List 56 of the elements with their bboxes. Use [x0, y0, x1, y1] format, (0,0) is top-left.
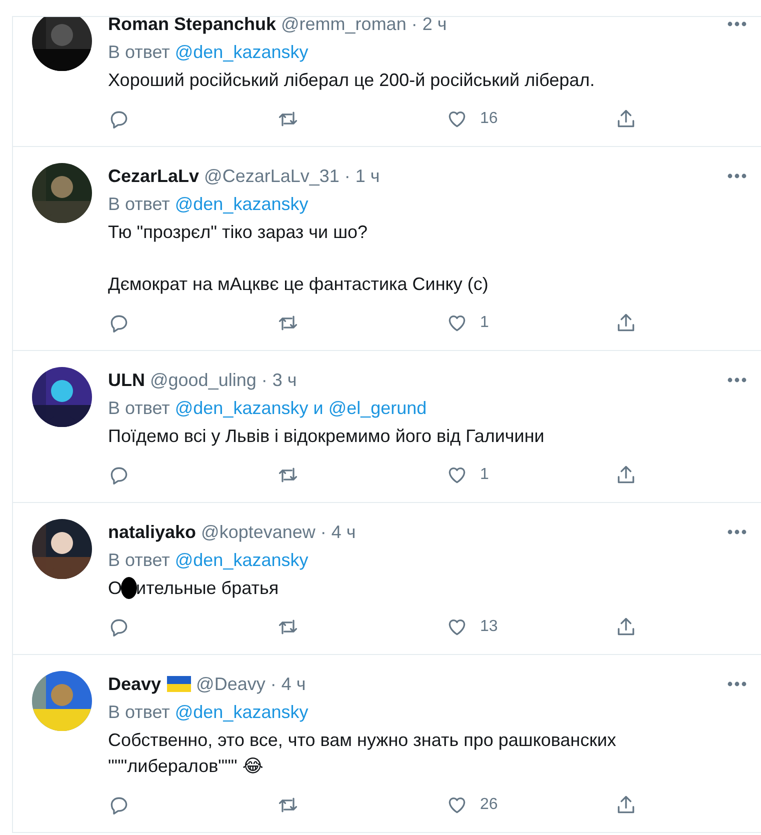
share-button[interactable]: [615, 794, 637, 816]
reply-label: В ответ: [108, 398, 170, 418]
mention-link[interactable]: @el_gerund: [328, 398, 427, 418]
share-button[interactable]: [615, 464, 637, 486]
reply-label: В ответ: [108, 550, 170, 570]
separator-dot: ·: [261, 370, 268, 390]
redaction-blot: [121, 577, 138, 599]
user-handle: @good_uling: [150, 370, 256, 390]
tweet-time[interactable]: 4 ч: [331, 522, 356, 542]
tweet-text: ительные братья: [136, 577, 279, 600]
reply-label: В ответ: [108, 42, 170, 62]
like-button[interactable]: 13: [446, 616, 498, 638]
tweet-text: Поїдемо всі у Львів і відокремимо його від Галичини: [108, 425, 544, 448]
reply-label: В ответ: [108, 702, 170, 722]
separator-dot: ·: [411, 14, 418, 34]
user-handle: @koptevanew: [201, 522, 316, 542]
user-name[interactable]: Deavy: [108, 674, 162, 694]
mention-link[interactable]: @den_kazansky: [174, 398, 308, 418]
like-button[interactable]: 26: [446, 794, 498, 816]
mention-joiner: и: [313, 398, 324, 418]
tweet-text: Хороший російський ліберал це 200-й російський ліберал.: [108, 69, 595, 92]
more-icon[interactable]: [727, 529, 747, 535]
more-icon[interactable]: [727, 173, 747, 179]
user-handle: @CezarLaLv_31: [204, 166, 340, 186]
like-button[interactable]: 1: [446, 312, 489, 334]
like-button[interactable]: 16: [446, 108, 498, 130]
user-name[interactable]: ULN: [108, 370, 145, 390]
tweet-text: Собственно, это все, что вам нужно знать про рашкованских: [108, 729, 616, 752]
tweet-time[interactable]: 1 ч: [355, 166, 380, 186]
tweet-text: О: [108, 577, 122, 600]
tweet-time[interactable]: 4 ч: [281, 674, 306, 694]
mention-link[interactable]: @den_kazansky: [174, 42, 308, 62]
user-name[interactable]: Roman Stepanchuk: [108, 14, 276, 34]
reply-label: В ответ: [108, 194, 170, 214]
tweet-text: Дємократ на мАцквє це фантастика Синку (с): [108, 273, 488, 296]
mention-link[interactable]: @den_kazansky: [174, 702, 308, 722]
share-button[interactable]: [615, 312, 637, 334]
user-handle: @remm_roman: [281, 14, 406, 34]
separator-dot: ·: [320, 522, 326, 542]
share-button[interactable]: [615, 108, 637, 130]
share-button[interactable]: [615, 616, 637, 638]
user-name[interactable]: nataliyako: [108, 522, 196, 542]
separator-dot: ·: [270, 674, 276, 694]
separator-dot: ·: [344, 166, 350, 186]
more-icon[interactable]: [727, 377, 747, 383]
tweet-text: Тю "прозрєл" тіко зараз чи шо?: [108, 221, 368, 244]
tweet-time[interactable]: 3 ч: [272, 370, 297, 390]
user-handle: @Deavy: [196, 674, 266, 694]
more-icon[interactable]: [727, 21, 747, 27]
user-name[interactable]: CezarLaLv: [108, 166, 200, 186]
more-icon[interactable]: [727, 681, 747, 687]
mention-link[interactable]: @den_kazansky: [174, 194, 308, 214]
tweet-text: """либералов""" 😂: [108, 755, 264, 778]
like-button[interactable]: 1: [446, 464, 489, 486]
mention-link[interactable]: @den_kazansky: [174, 550, 308, 570]
tweet-time[interactable]: 2 ч: [422, 14, 447, 34]
